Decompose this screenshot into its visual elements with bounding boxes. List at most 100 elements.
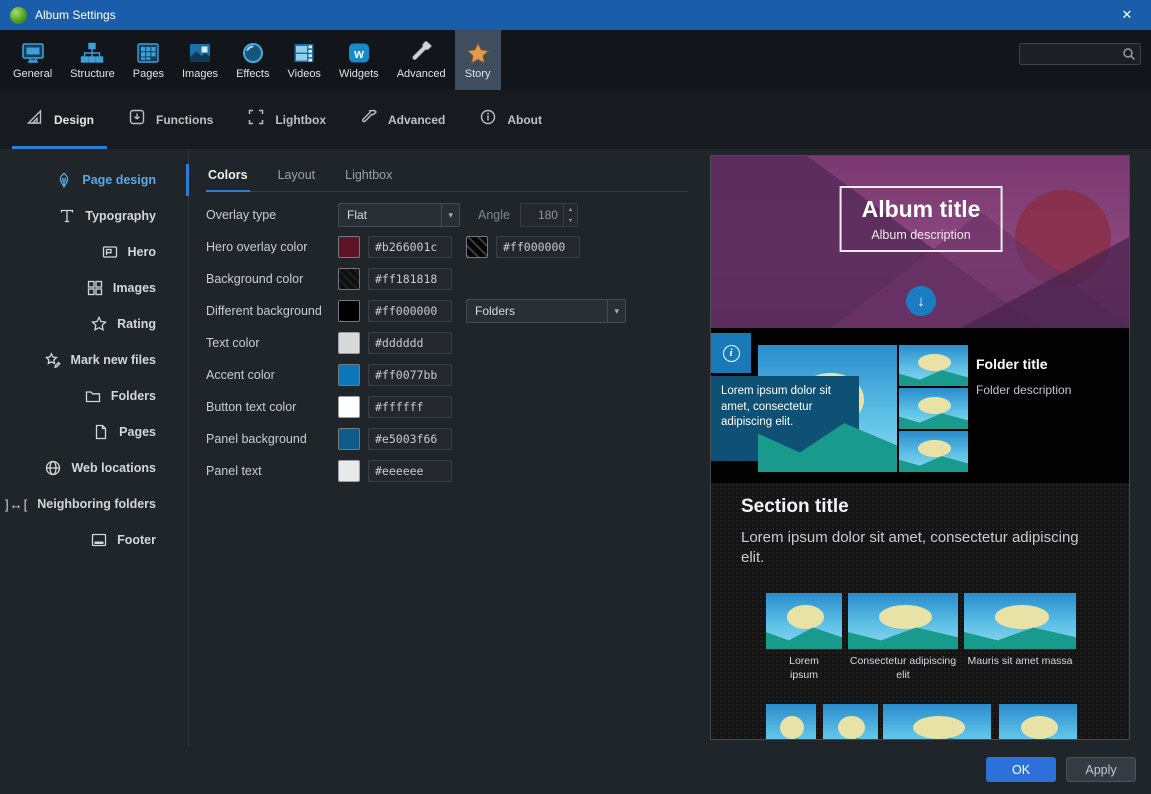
tab-lightbox[interactable]: Lightbox (230, 90, 343, 149)
album-title-box: Album title Album description (840, 186, 1003, 252)
field-label: Button text color (206, 400, 338, 414)
wrench-icon (360, 108, 378, 131)
accent-color-swatch[interactable] (338, 364, 360, 386)
hero-overlay-color-swatch[interactable] (338, 236, 360, 258)
sidebar-item-images[interactable]: Images (0, 270, 188, 306)
text-color-hex-input[interactable] (368, 332, 452, 354)
tab-about[interactable]: About (462, 90, 559, 149)
angle-input[interactable] (521, 204, 563, 226)
toolbar-item-widgets[interactable]: w Widgets (330, 30, 388, 90)
different-background-select[interactable]: Folders ▾ (466, 299, 626, 323)
folder-image-small (899, 345, 968, 386)
tab-label: Functions (156, 113, 213, 127)
spinner-up-icon[interactable]: ▲ (564, 204, 577, 215)
background-color-swatch[interactable] (338, 268, 360, 290)
design-ruler-icon (25, 108, 44, 131)
svg-text:w: w (353, 47, 364, 61)
accent-color-hex-input[interactable] (368, 364, 452, 386)
skin-preview: Album title Album description ↓ Lorem ip… (710, 155, 1130, 740)
sidebar-item-pages[interactable]: Pages (0, 414, 188, 450)
search-box (1019, 43, 1141, 65)
main-toolbar: General Structure Pages Images Effects V… (0, 30, 1151, 90)
sidebar-item-rating[interactable]: Rating (0, 306, 188, 342)
hero-overlay-color2-swatch[interactable] (466, 236, 488, 258)
skin-tabs: Design Functions Lightbox Advanced About (0, 90, 1151, 150)
text-color-swatch[interactable] (338, 332, 360, 354)
album-title: Album title (862, 196, 981, 223)
album-description: Album description (862, 228, 981, 242)
tab-label: Design (54, 113, 94, 127)
tab-functions[interactable]: Functions (111, 90, 230, 149)
hero-overlay-hex2-input[interactable] (496, 236, 580, 258)
sidebar-item-hero[interactable]: Hero (0, 234, 188, 270)
tab-layout[interactable]: Layout (276, 162, 318, 191)
sidebar-item-folders[interactable]: Folders (0, 378, 188, 414)
lightbox-frame-icon (247, 108, 265, 131)
tab-colors[interactable]: Colors (206, 162, 250, 191)
ok-button[interactable]: OK (986, 757, 1056, 782)
toolbar-item-effects[interactable]: Effects (227, 30, 278, 90)
different-background-hex-input[interactable] (368, 300, 452, 322)
sidebar-item-web-locations[interactable]: Web locations (0, 450, 188, 486)
toolbar-label: Structure (70, 68, 115, 80)
tab-advanced[interactable]: Advanced (343, 90, 462, 149)
thumbnail: Consectetur adipiscing elit (848, 593, 958, 682)
panel-text-swatch[interactable] (338, 460, 360, 482)
sidebar-label: Folders (111, 389, 156, 403)
toolbar-item-advanced[interactable]: Advanced (388, 30, 455, 90)
toolbar-item-videos[interactable]: Videos (279, 30, 330, 90)
pen-nib-icon (55, 171, 73, 189)
pages-icon (135, 41, 161, 65)
toolbar-item-story[interactable]: Story (455, 30, 501, 90)
thumbnail: Lorem ipsum (766, 593, 842, 682)
apply-button[interactable]: Apply (1066, 757, 1136, 782)
toolbar-label: General (13, 68, 52, 80)
sidebar-item-footer[interactable]: Footer (0, 522, 188, 558)
effects-icon (240, 41, 266, 65)
thumbnail-image (766, 593, 842, 649)
toolbar-item-images[interactable]: Images (173, 30, 227, 90)
widgets-icon: w (346, 41, 372, 65)
tab-lightbox-inner[interactable]: Lightbox (343, 162, 394, 191)
row-panel-text: Panel text (206, 455, 705, 487)
sidebar-item-typography[interactable]: Typography (0, 198, 188, 234)
different-background-swatch[interactable] (338, 300, 360, 322)
overlay-type-select[interactable]: Flat ▾ (338, 203, 460, 227)
toolbar-item-general[interactable]: General (4, 30, 61, 90)
hero-overlay-hex-input[interactable] (368, 236, 452, 258)
toolbar-item-structure[interactable]: Structure (61, 30, 124, 90)
panel-background-hex-input[interactable] (368, 428, 452, 450)
toolbar-label: Effects (236, 68, 269, 80)
button-text-hex-input[interactable] (368, 396, 452, 418)
thumbnail-image (999, 704, 1077, 740)
neighboring-folders-icon: ]↔[ (5, 497, 28, 512)
thumbnail-caption: Mauris sit amet massa (964, 655, 1076, 669)
thumbnail-caption: Consectetur adipiscing elit (848, 655, 958, 682)
panel-text-hex-input[interactable] (368, 460, 452, 482)
sidebar-item-page-design[interactable]: Page design (0, 162, 188, 198)
panel-background-swatch[interactable] (338, 428, 360, 450)
sidebar-label: Rating (117, 317, 156, 331)
close-icon[interactable]: ✕ (1113, 7, 1141, 23)
sidebar-label: Images (113, 281, 156, 295)
thumbnail-image (883, 704, 991, 740)
sidebar-label: Hero (128, 245, 156, 259)
spinner-down-icon[interactable]: ▼ (564, 215, 577, 226)
star-icon (90, 315, 108, 333)
star-pencil-icon (44, 351, 62, 369)
tab-design[interactable]: Design (8, 90, 111, 149)
button-text-color-swatch[interactable] (338, 396, 360, 418)
folder-icon (84, 387, 102, 405)
select-value: Folders (475, 304, 515, 318)
section-title: Section title (741, 496, 849, 518)
row-different-background: Different background Folders ▾ (206, 295, 705, 327)
sidebar-item-neighboring-folders[interactable]: ]↔[ Neighboring folders (0, 486, 188, 522)
sidebar-item-mark-new-files[interactable]: Mark new files (0, 342, 188, 378)
search-input[interactable] (1020, 47, 1122, 61)
background-hex-input[interactable] (368, 268, 452, 290)
preview-hero: Album title Album description ↓ (711, 156, 1130, 328)
thumbnail-image (766, 704, 816, 740)
thumbnail-image (823, 704, 878, 740)
toolbar-item-pages[interactable]: Pages (124, 30, 173, 90)
grid-icon (86, 279, 104, 297)
